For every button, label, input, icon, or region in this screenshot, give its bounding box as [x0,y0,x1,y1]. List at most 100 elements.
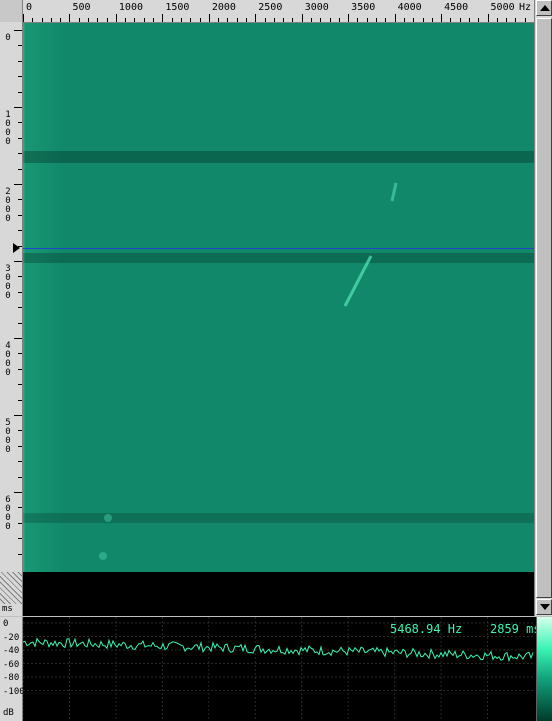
time-minor-tick [18,214,22,216]
frequency-minor-tick [376,18,378,22]
db-tick-label: -20 [3,632,20,643]
frequency-minor-tick [264,18,266,22]
frequency-minor-tick [153,18,155,22]
db-tick-label: -60 [3,659,20,670]
spectrogram-view[interactable] [23,23,534,572]
time-tick [14,30,22,31]
time-minor-tick [18,368,22,370]
time-tick-label: 5000 [3,418,13,454]
frequency-tick-label: 3500 [351,2,376,13]
time-minor-tick [18,461,22,463]
spectrogram-empty-area [23,572,534,616]
time-minor-tick [18,137,22,139]
time-tick [14,107,22,108]
frequency-minor-tick [329,18,331,22]
frequency-readout: 5468.94 Hz [390,622,463,636]
blip-2 [99,552,107,560]
frequency-minor-tick [32,18,34,22]
frequency-minor-tick [320,18,322,22]
db-tick-label: -40 [3,646,20,656]
frequency-minor-tick [496,18,498,22]
time-minor-tick [18,538,22,540]
time-tick-label: 4000 [3,341,13,377]
frequency-minor-tick [385,18,387,22]
time-unit-label: ms [2,604,13,614]
frequency-tick [115,14,117,22]
time-minor-tick [18,553,22,555]
time-minor-tick [18,353,22,355]
time-tick [14,492,22,493]
frequency-minor-tick [143,18,145,22]
frequency-minor-tick [478,18,480,22]
time-minor-tick [18,60,22,62]
blip-1 [104,514,112,522]
frequency-minor-tick [273,18,275,22]
arrow-down-icon [540,604,550,610]
frequency-tick-label: 5000 [490,2,515,13]
frequency-minor-tick [524,18,526,22]
frequency-ruler: 0 500 1000 1500 2000 2500 3000 3500 4000 4500 5000 [0,0,534,23]
time-tick-label: 6000 [3,495,13,531]
time-minor-tick [18,230,22,232]
time-minor-tick [18,522,22,524]
scroll-up-button[interactable] [536,0,552,16]
scrollbar-thumb[interactable] [536,18,552,598]
frequency-minor-tick [357,18,359,22]
frequency-minor-tick [515,18,517,22]
time-tick-label: 0 [3,33,13,42]
frequency-minor-tick [50,18,52,22]
frequency-minor-tick [459,18,461,22]
frequency-minor-tick [106,18,108,22]
time-minor-tick [18,168,22,170]
time-minor-tick [18,430,22,432]
frequency-tick [487,14,489,22]
frequency-minor-tick [283,18,285,22]
frequency-minor-tick [134,18,136,22]
frequency-minor-tick [311,18,313,22]
frequency-minor-tick [199,18,201,22]
time-tick-label: 2000 [3,187,13,223]
frequency-tick [255,14,257,22]
frequency-minor-tick [180,18,182,22]
frequency-tick [441,14,443,22]
frequency-minor-tick [78,18,80,22]
frequency-tick-label: 1000 [118,2,143,13]
time-minor-tick [18,122,22,124]
triangle-right-icon[interactable] [13,243,20,253]
time-ruler: 0 1000 2000 3000 4000 5000 6000 [0,22,23,616]
frequency-tick-label: 4500 [444,2,469,13]
chirp-trace-lower [343,255,373,307]
frequency-minor-tick [403,18,405,22]
spectrogram-features [23,23,398,572]
frequency-tick-label: 2500 [258,2,283,13]
time-minor-tick [18,445,22,447]
frequency-tick-label: 0 [26,2,33,13]
frequency-minor-tick [190,18,192,22]
db-unit-label: dB [3,708,14,718]
time-minor-tick [18,507,22,509]
intensity-colorbar [536,617,552,721]
frequency-minor-tick [468,18,470,22]
frequency-minor-tick [292,18,294,22]
time-cursor-line[interactable] [23,248,534,249]
frequency-minor-tick [171,18,173,22]
frequency-tick-label: 2000 [211,2,236,13]
frequency-minor-tick [413,18,415,22]
db-tick-label: -80 [3,673,20,683]
frequency-minor-tick [88,18,90,22]
time-minor-tick [18,322,22,324]
time-minor-tick [18,476,22,478]
frequency-tick-label: 3000 [304,2,329,13]
time-tick [14,261,22,262]
frequency-minor-tick [422,18,424,22]
time-minor-tick [18,276,22,278]
frequency-unit-label: Hz [519,2,532,13]
time-minor-tick [18,399,22,401]
time-minor-tick [18,307,22,309]
scroll-down-button[interactable] [536,599,552,615]
vertical-scrollbar[interactable] [534,0,552,616]
frequency-tick-label: 500 [72,2,91,13]
time-minor-tick [18,91,22,93]
time-minor-tick [18,291,22,293]
chirp-trace-upper [390,182,398,202]
